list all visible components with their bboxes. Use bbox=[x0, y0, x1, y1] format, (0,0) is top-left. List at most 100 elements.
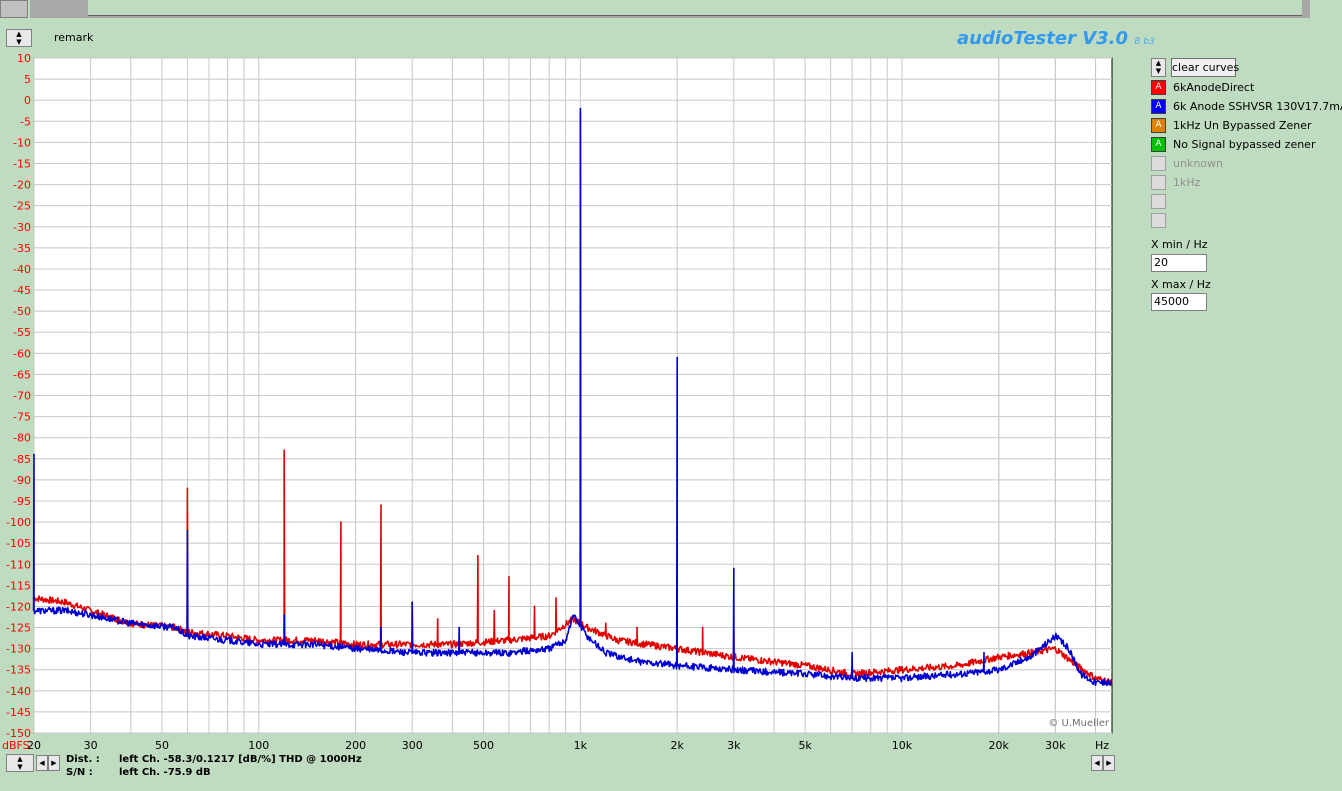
y-tick-label: -75 bbox=[13, 411, 31, 424]
remark-label: remark bbox=[54, 31, 94, 44]
x-tick-label: 200 bbox=[345, 739, 366, 752]
harmonic-peak-point bbox=[380, 626, 382, 629]
y-tick-label: -10 bbox=[13, 136, 31, 149]
x-tick-label: 30k bbox=[1045, 739, 1066, 752]
xmin-input[interactable]: 20 bbox=[1151, 254, 1207, 272]
y-tick-label: -115 bbox=[6, 579, 31, 592]
spectrum-chart: 1050-5-10-15-20-25-30-35-40-45-50-55-60-… bbox=[2, 52, 1113, 752]
y-tick-label: -80 bbox=[13, 432, 31, 445]
curve-toggle-checkbox[interactable] bbox=[1151, 194, 1166, 209]
x-tick-label: 10k bbox=[892, 739, 913, 752]
y-tick-label: -145 bbox=[6, 706, 31, 719]
y-tick-label: -60 bbox=[13, 347, 31, 360]
top-scroll-track[interactable] bbox=[30, 0, 1310, 18]
dist-label: Dist. : bbox=[66, 754, 100, 765]
y-tick-label: -125 bbox=[6, 622, 31, 635]
legend-label: 6k Anode SSHVSR 130V17.7mA bbox=[1173, 100, 1342, 113]
zoom-right-button[interactable]: ▶ bbox=[1103, 755, 1115, 771]
harmonic-peak-point bbox=[732, 567, 735, 570]
app-title: audioTester V3.0 B b3 bbox=[957, 28, 1155, 49]
y-tick-label: -70 bbox=[13, 390, 31, 403]
harmonic-peak-point bbox=[411, 601, 414, 604]
y-tick-label: -25 bbox=[13, 200, 31, 213]
y-tick-label: -45 bbox=[13, 284, 31, 297]
top-scroll-arrows[interactable] bbox=[0, 0, 28, 18]
y-tick-label: -135 bbox=[6, 664, 31, 677]
harmonic-peak-point bbox=[533, 605, 536, 608]
top-scrollbar[interactable] bbox=[0, 0, 1342, 20]
harmonic-peak-point bbox=[477, 555, 479, 557]
legend-label: 6kAnodeDirect bbox=[1173, 81, 1255, 94]
harmonic-peak-point bbox=[636, 626, 638, 629]
xmax-label: X max / Hz bbox=[1151, 278, 1211, 291]
remark-spinner[interactable]: ▲ ▼ bbox=[6, 29, 32, 47]
harmonic-peak-point bbox=[983, 652, 985, 654]
legend-label: unknown bbox=[1173, 157, 1223, 170]
top-scroll-thumb[interactable] bbox=[88, 0, 1302, 16]
harmonic-peak-point bbox=[380, 504, 382, 506]
y-tick-label: -55 bbox=[13, 326, 31, 339]
y-tick-label: -100 bbox=[6, 516, 31, 529]
y-tick-label: -65 bbox=[13, 368, 31, 381]
curve-toggle-checkbox[interactable]: A bbox=[1151, 80, 1166, 95]
y-tick-label: -30 bbox=[13, 221, 31, 234]
y-tick-label: -85 bbox=[13, 453, 31, 466]
y-tick-label: -40 bbox=[13, 263, 31, 276]
harmonic-peak-point bbox=[340, 521, 342, 523]
curve-toggle-checkbox[interactable] bbox=[1151, 175, 1166, 190]
y-tick-label: -50 bbox=[13, 305, 31, 318]
curves-spinner[interactable]: ▲ ▼ bbox=[1151, 58, 1166, 77]
harmonic-peak-point bbox=[701, 626, 704, 629]
xmax-input[interactable]: 45000 bbox=[1151, 293, 1207, 311]
legend-label: 1kHz Un Bypassed Zener bbox=[1173, 119, 1312, 132]
x-tick-label: 5k bbox=[798, 739, 812, 752]
x-tick-label: 500 bbox=[473, 739, 494, 752]
harmonic-peak-point bbox=[186, 487, 189, 490]
x-unit-label: Hz bbox=[1095, 739, 1109, 752]
y-tick-label: -35 bbox=[13, 242, 31, 255]
curve-toggle-checkbox[interactable] bbox=[1151, 156, 1166, 171]
x-tick-label: 100 bbox=[248, 739, 269, 752]
y-tick-label: -5 bbox=[20, 115, 31, 128]
x-tick-label: 3k bbox=[727, 739, 741, 752]
xmin-label: X min / Hz bbox=[1151, 238, 1208, 251]
curve-toggle-checkbox[interactable]: A bbox=[1151, 99, 1166, 114]
y-tick-label: 5 bbox=[24, 73, 31, 86]
x-tick-label: 20k bbox=[989, 739, 1010, 752]
copyright-label: © U.Mueller bbox=[1048, 718, 1110, 729]
harmonic-peak-point bbox=[508, 576, 510, 578]
harmonic-peak-point bbox=[555, 597, 557, 599]
y-tick-label: -20 bbox=[13, 179, 31, 192]
harmonic-peak-point bbox=[283, 614, 286, 616]
harmonic-peak-point bbox=[186, 529, 189, 532]
y-tick-label: 0 bbox=[24, 94, 31, 107]
harmonic-peak-point bbox=[436, 618, 439, 620]
harmonic-peak-point bbox=[579, 107, 582, 110]
harmonic-peak-point bbox=[458, 626, 461, 629]
x-tick-label: 30 bbox=[84, 739, 98, 752]
scroll-left-button[interactable]: ◀ bbox=[36, 755, 48, 771]
harmonic-peak-point bbox=[676, 356, 678, 359]
app-title-sub: B b3 bbox=[1134, 37, 1155, 47]
x-tick-label: 1k bbox=[574, 739, 588, 752]
x-tick-label: 50 bbox=[155, 739, 169, 752]
clear-curves-button[interactable]: clear curves bbox=[1171, 58, 1239, 77]
y-tick-label: -15 bbox=[13, 157, 31, 170]
harmonic-peak-point bbox=[283, 449, 286, 452]
y-unit-label: dBFS bbox=[2, 739, 30, 752]
scroll-right-button[interactable]: ▶ bbox=[48, 755, 60, 771]
harmonic-peak-point bbox=[605, 622, 607, 625]
legend-label: 1kHz bbox=[1173, 176, 1201, 189]
curve-toggle-checkbox[interactable]: A bbox=[1151, 137, 1166, 152]
harmonic-peak-point bbox=[851, 652, 853, 654]
curve-toggle-checkbox[interactable]: A bbox=[1151, 118, 1166, 133]
app-title-text: audioTester V3.0 bbox=[957, 28, 1129, 49]
y-tick-label: -105 bbox=[6, 537, 31, 550]
curve-toggle-checkbox[interactable] bbox=[1151, 213, 1166, 228]
harmonic-peak-point bbox=[33, 453, 35, 456]
y-tick-label: -130 bbox=[6, 643, 31, 656]
y-tick-label: -90 bbox=[13, 474, 31, 487]
sn-label: S/N : bbox=[66, 767, 93, 778]
zoom-left-button[interactable]: ◀ bbox=[1091, 755, 1103, 771]
bottom-spinner[interactable]: ▲ ▼ bbox=[6, 754, 34, 772]
